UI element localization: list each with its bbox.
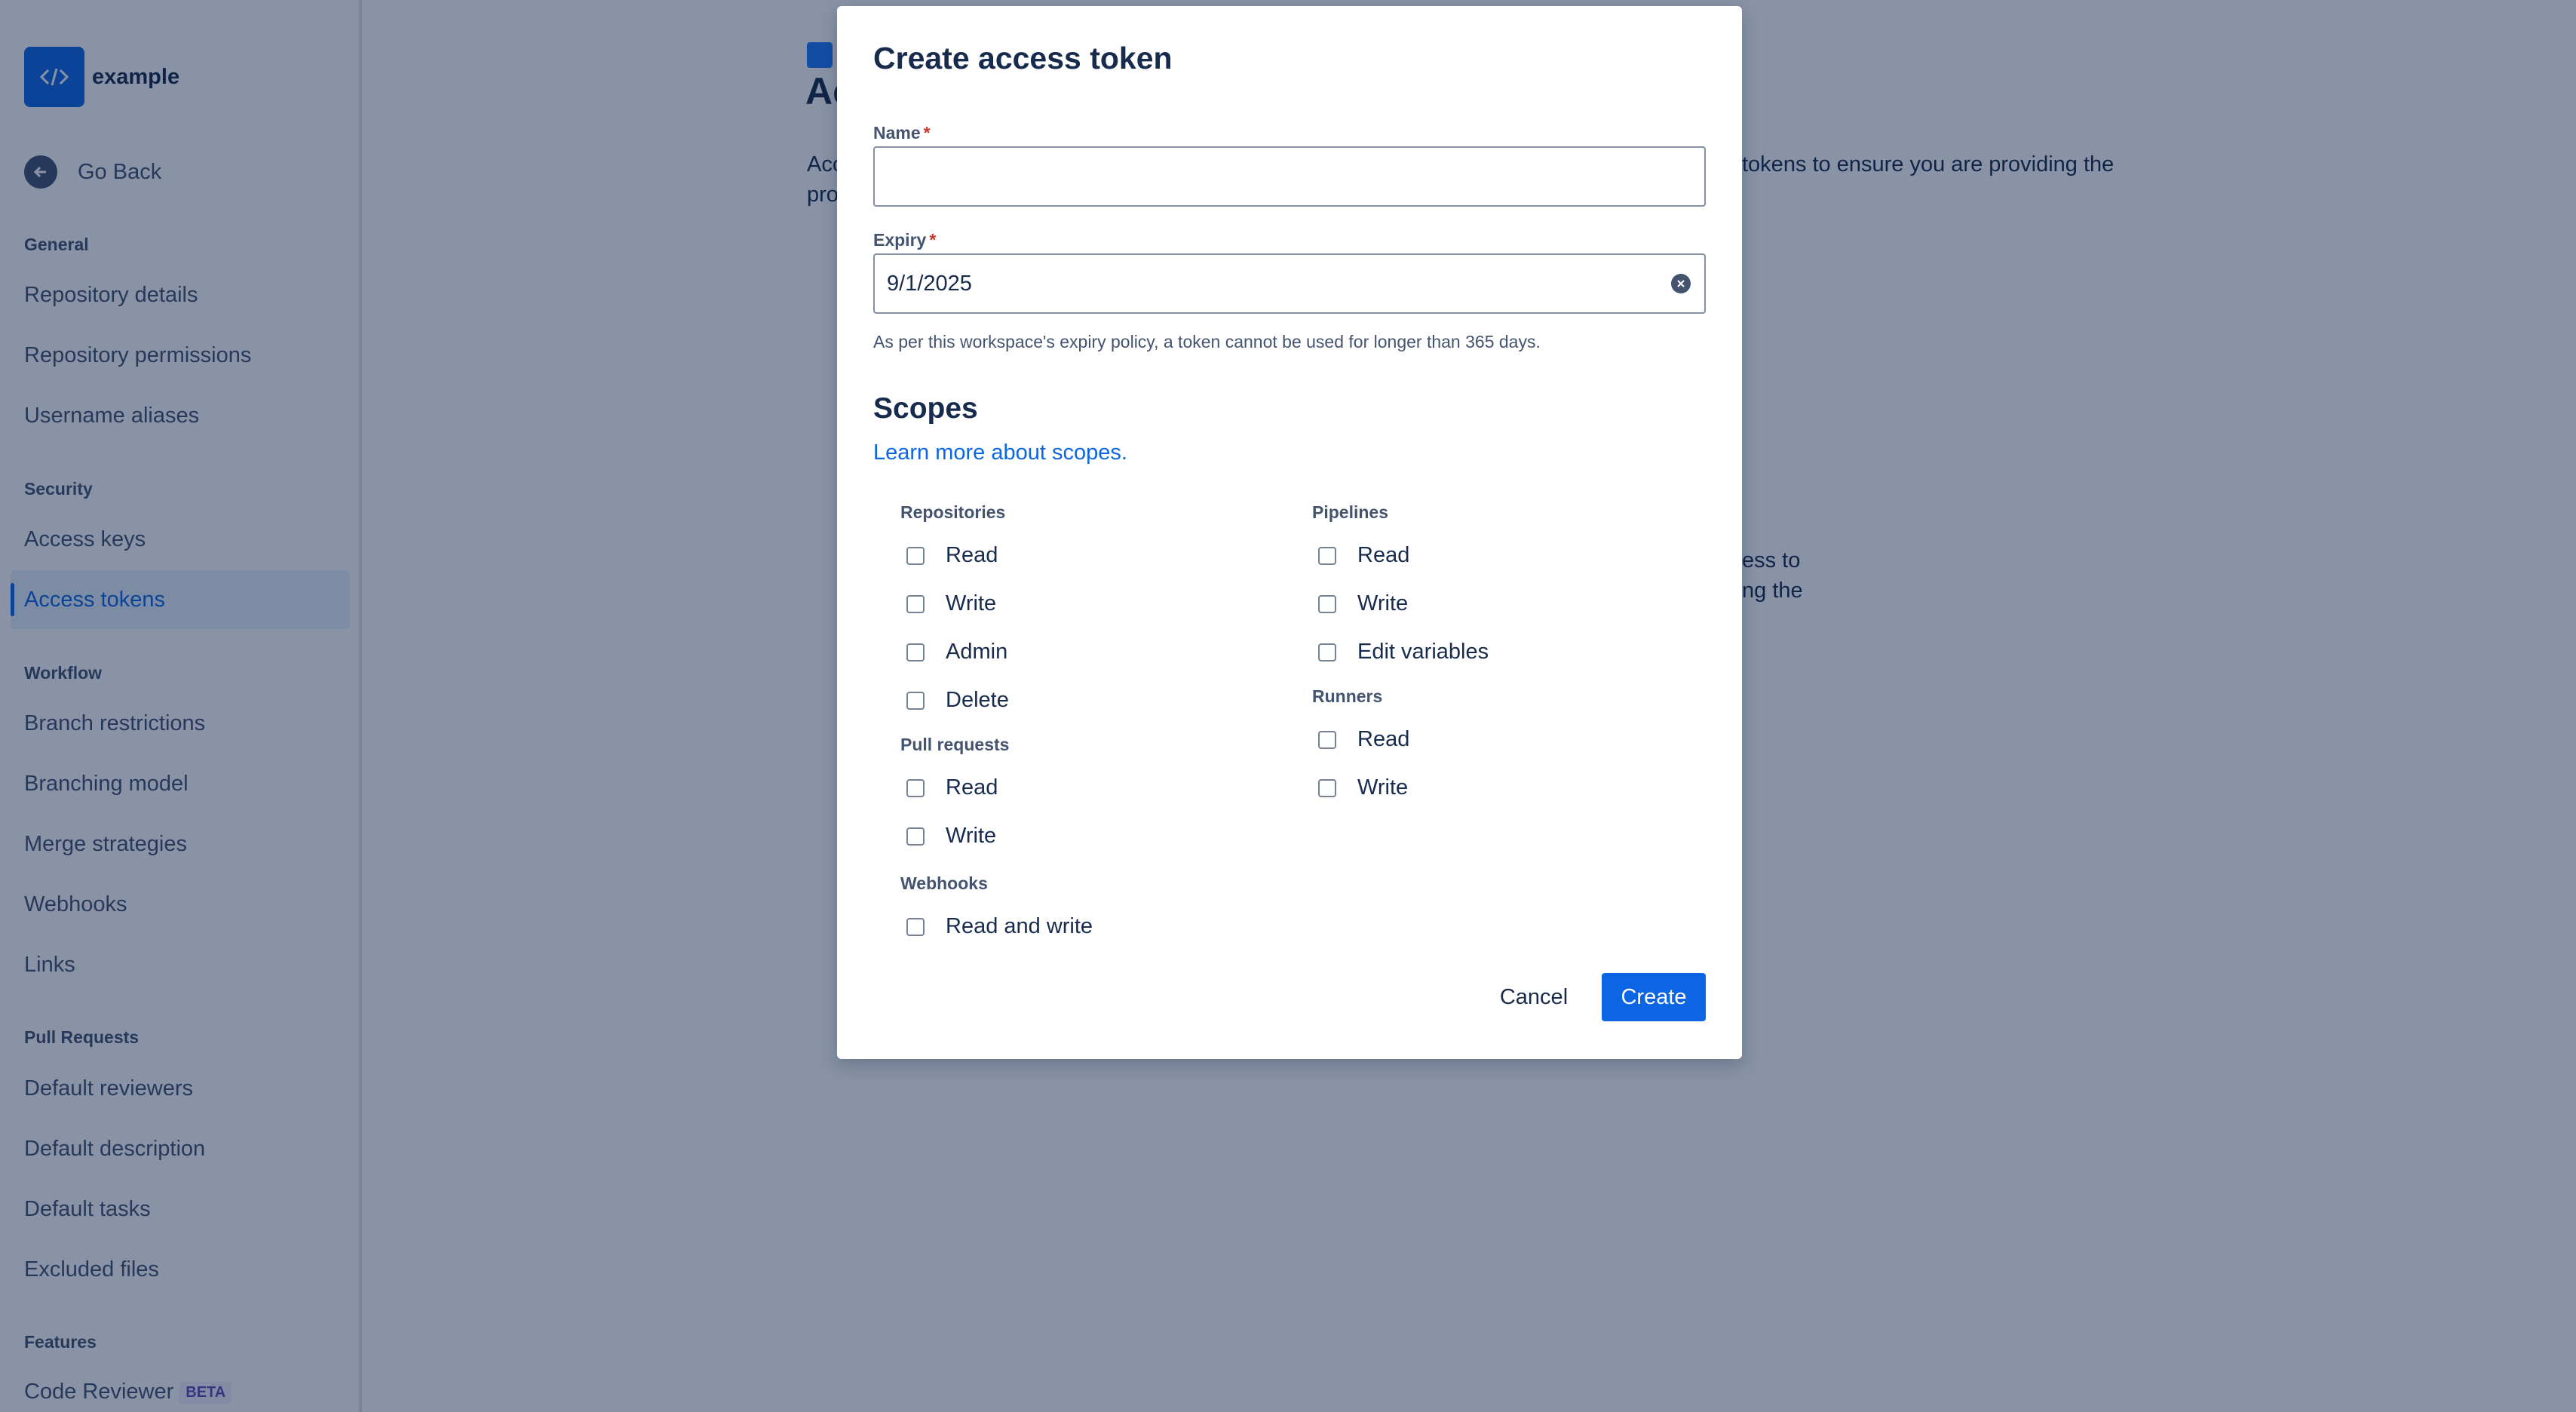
scope-pull-requests-read[interactable]: Read [900,775,998,800]
scope-label: Read [1357,543,1410,567]
scope-label: Read [946,775,998,800]
scope-repositories-read[interactable]: Read [900,543,998,568]
scope-label: Write [946,591,997,615]
checkbox[interactable] [906,691,925,710]
create-token-dialog: Create access token Name * Expiry * 9/1/20… [837,6,1742,1059]
learn-more-scopes-link[interactable]: Learn more about scopes. [873,440,1127,465]
checkbox[interactable] [1318,643,1336,661]
group-label-runners: Runners [1312,686,1383,706]
name-label: Name * [873,123,931,143]
group-label-pipelines: Pipelines [1312,502,1388,522]
create-button[interactable]: Create [1602,973,1706,1021]
checkbox[interactable] [906,643,925,661]
checkbox[interactable] [906,546,925,565]
scope-label: Read [946,543,998,567]
scope-pipelines-write[interactable]: Write [1312,591,1408,616]
scope-label: Write [1357,591,1409,615]
expiry-label-text: Expiry [873,230,927,250]
scope-label: Write [946,824,997,848]
scope-repositories-admin[interactable]: Admin [900,640,1007,665]
expiry-label: Expiry * [873,230,936,250]
scope-pipelines-read[interactable]: Read [1312,543,1409,568]
scope-label: Write [1357,775,1409,800]
scope-label: Delete [946,688,1009,712]
expiry-value: 9/1/2025 [887,272,972,296]
scope-repositories-delete[interactable]: Delete [900,688,1009,713]
checkbox[interactable] [1318,594,1336,613]
scope-repositories-write[interactable]: Write [900,591,996,616]
checkbox[interactable] [906,917,925,936]
checkbox[interactable] [906,778,925,797]
scope-label: Read and write [946,914,1093,938]
name-input[interactable] [873,146,1706,207]
checkbox[interactable] [906,594,925,613]
required-mark: * [929,230,937,250]
scope-webhooks-read-write[interactable]: Read and write [900,914,1093,939]
expiry-helper-text: As per this workspace's expiry policy, a… [873,332,1541,351]
scope-label: Admin [946,640,1008,664]
checkbox[interactable] [1318,730,1336,749]
checkbox[interactable] [1318,778,1336,797]
scope-runners-write[interactable]: Write [1312,775,1408,800]
cancel-button[interactable]: Cancel [1486,973,1582,1021]
name-label-text: Name [873,123,921,143]
required-mark: * [923,123,931,143]
scope-label: Read [1357,727,1410,751]
expiry-date-picker[interactable]: 9/1/2025 [873,253,1706,314]
clear-icon[interactable] [1671,274,1691,293]
checkbox[interactable] [1318,546,1336,565]
scopes-heading: Scopes [873,392,978,425]
scope-runners-read[interactable]: Read [1312,727,1409,752]
dialog-title: Create access token [873,41,1173,75]
checkbox[interactable] [906,827,925,846]
scope-label: Edit variables [1357,640,1489,664]
scope-pipelines-edit-variables[interactable]: Edit variables [1312,640,1489,665]
group-label-pull-requests: Pull requests [900,735,1010,754]
group-label-webhooks: Webhooks [900,873,988,893]
scope-pull-requests-write[interactable]: Write [900,824,996,849]
group-label-repositories: Repositories [900,502,1006,522]
